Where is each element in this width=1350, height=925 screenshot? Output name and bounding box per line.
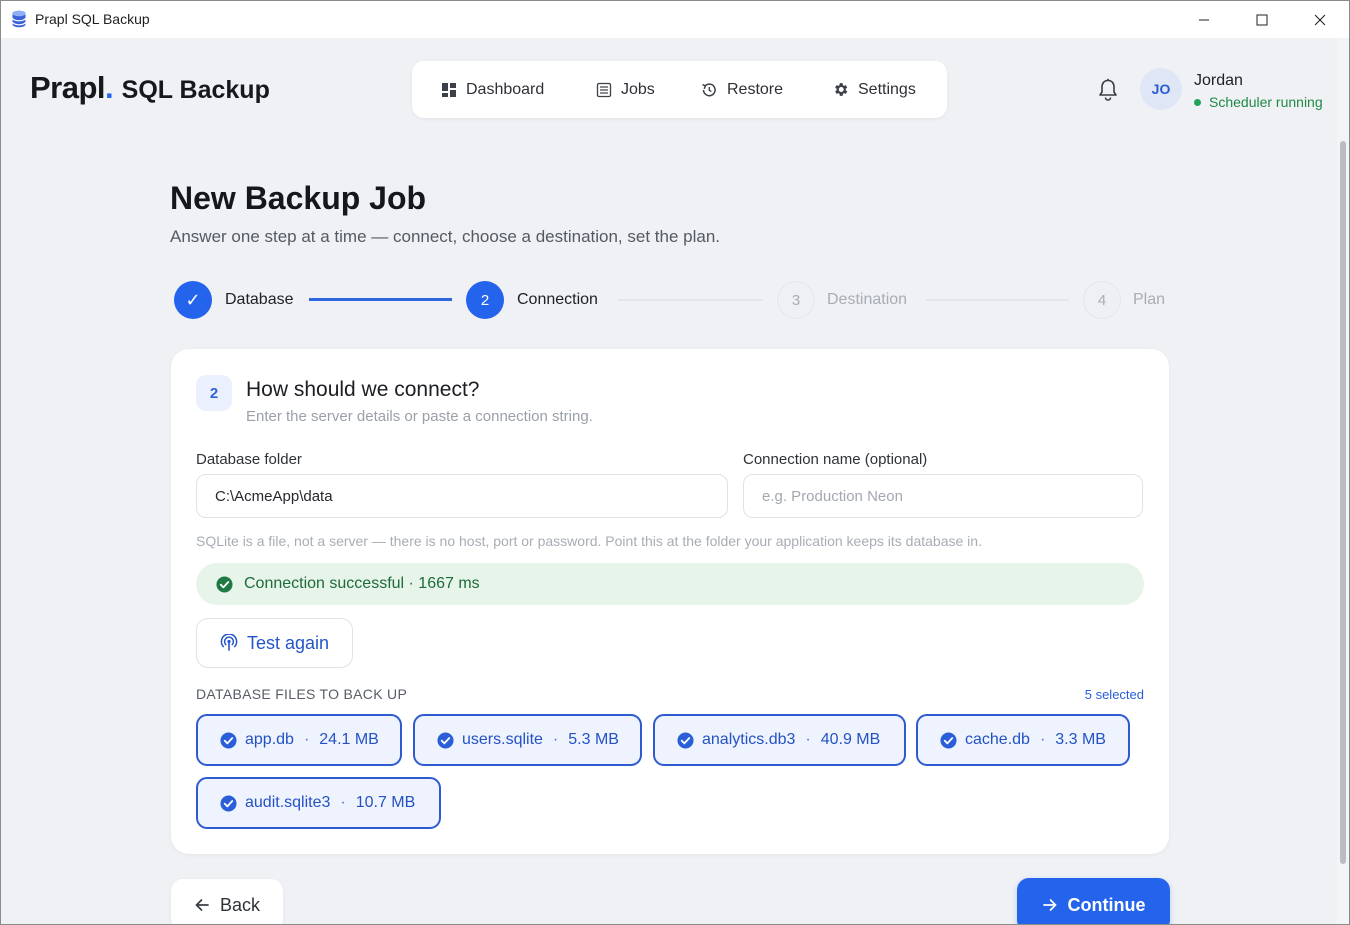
step-connector-1	[309, 298, 452, 301]
card-step-badge: 2	[196, 375, 232, 411]
continue-button[interactable]: Continue	[1017, 878, 1170, 924]
brand-product: SQL Backup	[121, 76, 270, 104]
file-chip-users-sqlite[interactable]: users.sqlite · 5.3 MB	[413, 714, 642, 766]
file-size: 40.9 MB	[820, 731, 881, 748]
signal-icon	[220, 634, 238, 651]
avatar[interactable]: JO	[1140, 68, 1182, 110]
separator: ·	[1039, 731, 1046, 748]
close-button[interactable]	[1291, 1, 1349, 38]
nav-item-jobs[interactable]: Jobs	[596, 61, 655, 118]
file-name: cache.db	[965, 731, 1030, 748]
connection-name-input[interactable]	[743, 474, 1143, 518]
brand-logo: Prapl . SQL Backup	[30, 70, 270, 106]
notifications-bell-icon[interactable]	[1095, 77, 1121, 103]
step-3-label: Destination	[827, 291, 908, 308]
file-size: 10.7 MB	[355, 794, 416, 811]
back-label: Back	[219, 894, 261, 915]
scheduler-status: Scheduler running	[1194, 94, 1323, 110]
database-app-icon	[11, 10, 27, 28]
nav-label-jobs: Jobs	[621, 80, 655, 98]
file-name: analytics.db3	[702, 731, 796, 748]
continue-label: Continue	[1067, 894, 1146, 915]
brand-dot: .	[105, 70, 114, 105]
connection-success-banner: Connection successful · 1667 ms	[196, 563, 1144, 605]
title-bar: Prapl SQL Backup	[1, 1, 1349, 38]
connection-name-label: Connection name (optional)	[743, 451, 928, 468]
file-chip-audit-sqlite3[interactable]: audit.sqlite3 · 10.7 MB	[196, 777, 441, 829]
back-button[interactable]: Back	[171, 879, 283, 924]
step-4-circle[interactable]: 4	[1083, 281, 1121, 319]
files-selected-count: 5 selected	[1084, 687, 1144, 702]
grid-icon	[442, 82, 456, 97]
nav-label-restore: Restore	[727, 80, 784, 98]
check-circle-icon	[677, 731, 694, 749]
minimize-button[interactable]	[1175, 1, 1233, 38]
step-connector-3	[926, 299, 1069, 301]
page-subtitle: Answer one step at a time — connect, cho…	[170, 227, 720, 246]
brand-name: Prapl	[30, 70, 106, 105]
test-again-label: Test again	[246, 632, 330, 653]
card-title: How should we connect?	[246, 378, 480, 401]
step-2-label: Connection	[517, 291, 598, 308]
page-title: New Backup Job	[170, 180, 427, 216]
nav-item-dashboard[interactable]: Dashboard	[441, 61, 544, 118]
arrow-right-icon	[1042, 899, 1056, 911]
status-dot-icon	[1194, 98, 1201, 106]
separator: ·	[340, 794, 346, 811]
step-3-circle[interactable]: 3	[777, 281, 815, 319]
check-circle-icon	[216, 575, 233, 593]
files-heading: DATABASE FILES TO BACK UP	[196, 686, 408, 702]
scheduler-status-text: Scheduler running	[1209, 94, 1323, 110]
check-circle-icon	[220, 731, 237, 749]
card-subtitle: Enter the server details or paste a conn…	[246, 408, 593, 425]
nav-label-dashboard: Dashboard	[466, 80, 545, 98]
step-1-circle[interactable]: ✓	[174, 281, 212, 319]
check-circle-icon	[940, 731, 957, 749]
arrow-left-icon	[195, 899, 209, 911]
separator: ·	[552, 731, 559, 748]
file-name: audit.sqlite3	[245, 794, 331, 811]
step-connector-2	[618, 299, 763, 301]
file-name: users.sqlite	[462, 731, 543, 748]
nav-item-restore[interactable]: Restore	[700, 61, 783, 118]
step-4-label: Plan	[1133, 291, 1166, 308]
file-chip-app-db[interactable]: app.db · 24.1 MB	[196, 714, 402, 766]
database-folder-input[interactable]	[196, 474, 728, 518]
connection-card: 2 How should we connect? Enter the serve…	[171, 349, 1169, 854]
check-circle-icon	[220, 794, 237, 812]
sqlite-hint: SQLite is a file, not a server — there i…	[196, 533, 982, 549]
file-chip-cache-db[interactable]: cache.db · 3.3 MB	[916, 714, 1130, 766]
step-2-circle[interactable]: 2	[466, 281, 504, 319]
nav-item-settings[interactable]: Settings	[832, 61, 916, 118]
success-message: Connection successful · 1667 ms	[244, 575, 480, 592]
restore-icon	[702, 82, 716, 96]
separator: ·	[303, 731, 310, 748]
file-chip-analytics-db3[interactable]: analytics.db3 · 40.9 MB	[653, 714, 906, 766]
database-folder-label: Database folder	[196, 451, 302, 468]
file-size: 5.3 MB	[568, 731, 619, 748]
file-size: 3.3 MB	[1055, 731, 1106, 748]
maximize-button[interactable]	[1233, 1, 1291, 38]
check-circle-icon	[437, 731, 454, 749]
separator: ·	[805, 731, 811, 748]
main-nav: Dashboard Jobs Restore Settings	[412, 61, 947, 118]
list-icon	[596, 82, 612, 97]
file-name: app.db	[245, 731, 294, 748]
window-title: Prapl SQL Backup	[35, 11, 150, 27]
nav-label-settings: Settings	[858, 80, 916, 98]
checkmark-icon: ✓	[185, 289, 201, 310]
step-1-label: Database	[225, 291, 294, 308]
scrollbar-thumb[interactable]	[1340, 141, 1346, 864]
gear-icon	[835, 83, 848, 96]
app-window: Prapl SQL Backup Prapl . SQL Backup Dash…	[0, 0, 1350, 925]
test-again-button[interactable]: Test again	[196, 618, 353, 668]
file-size: 24.1 MB	[319, 731, 379, 748]
user-name: Jordan	[1194, 72, 1243, 89]
